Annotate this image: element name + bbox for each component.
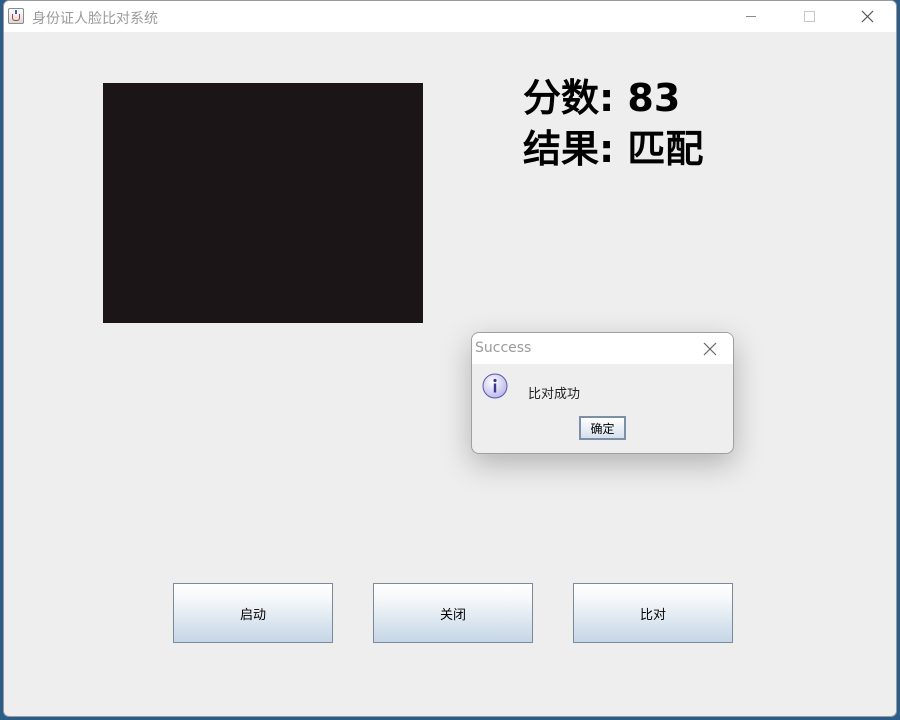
result-label: 结果: 匹配: [523, 127, 704, 171]
dialog-message: 比对成功: [528, 387, 581, 402]
info-icon: [482, 373, 508, 399]
minimize-icon: [746, 16, 756, 17]
minimize-button[interactable]: [723, 1, 779, 32]
success-dialog: Success 比对成功 确定: [471, 332, 734, 454]
camera-preview: [103, 83, 423, 323]
stop-button[interactable]: 关闭: [373, 583, 533, 643]
maximize-button[interactable]: [781, 1, 837, 32]
close-icon: [703, 342, 717, 356]
close-button[interactable]: [839, 1, 895, 32]
dialog-title-bar[interactable]: Success: [472, 333, 733, 364]
start-button[interactable]: 启动: [173, 583, 333, 643]
java-app-icon: [8, 8, 24, 24]
dialog-close-button[interactable]: [700, 339, 720, 359]
app-window: 身份证人脸比对系统 分数: 83 结果: 匹配 启动 关闭 比对 Success: [3, 0, 897, 717]
score-label: 分数: 83: [523, 76, 681, 120]
title-bar[interactable]: 身份证人脸比对系统: [4, 1, 896, 32]
ok-button[interactable]: 确定: [579, 416, 626, 440]
close-icon: [861, 10, 874, 23]
window-title: 身份证人脸比对系统: [32, 11, 158, 27]
compare-button[interactable]: 比对: [573, 583, 733, 643]
dialog-title: Success: [475, 340, 532, 356]
maximize-icon: [804, 11, 815, 22]
